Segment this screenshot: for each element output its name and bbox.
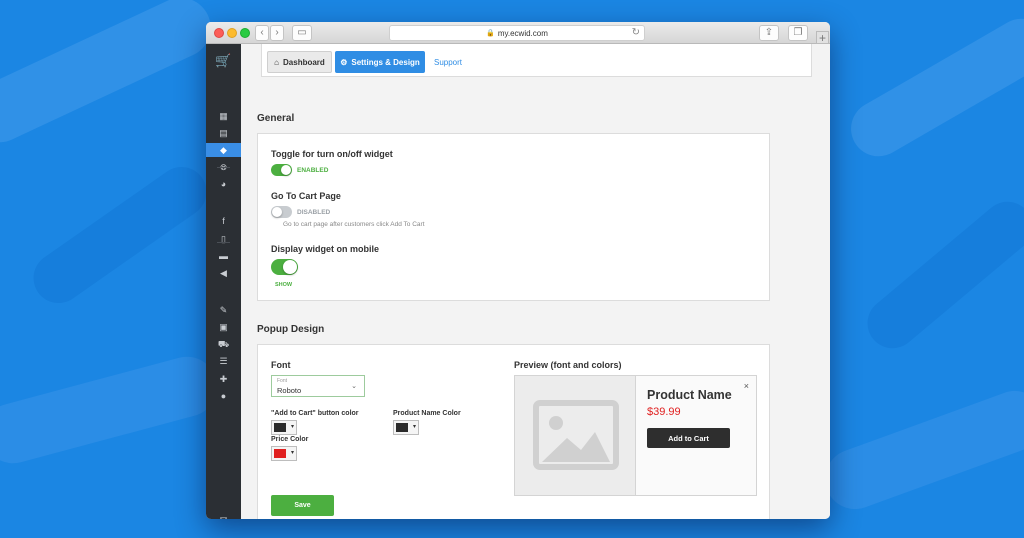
- dropdown-arrow-icon: ▾: [290, 424, 294, 430]
- top-navigation: ⌂ Dashboard ⚙ Settings & Design Support: [261, 44, 812, 77]
- preview-product-name: Product Name: [647, 388, 732, 402]
- font-label: Font: [271, 360, 291, 370]
- bg-stroke: [840, 8, 1024, 167]
- support-link[interactable]: Support: [431, 51, 465, 73]
- mobile-switch[interactable]: [271, 259, 298, 275]
- product-name-color-label: Product Name Color: [393, 410, 461, 417]
- dropdown-arrow-icon: ▾: [290, 450, 294, 456]
- chevron-down-icon: ⌄: [351, 383, 357, 390]
- close-window-button[interactable]: [214, 28, 224, 38]
- toggle-widget-switch[interactable]: [271, 164, 292, 176]
- cart-page-state: DISABLED: [297, 209, 331, 216]
- mobile-state: SHOW: [275, 282, 293, 288]
- plus-icon: +: [818, 30, 826, 45]
- shipping-icon[interactable]: ⛟: [206, 337, 241, 351]
- popup-preview: Product Name $39.99 Add to Cart ×: [514, 375, 757, 496]
- zoom-window-button[interactable]: [240, 28, 250, 38]
- dropdown-arrow-icon: ▾: [412, 424, 416, 430]
- add-to-cart-color-label: "Add to Cart" button color: [271, 410, 359, 417]
- gear-icon: ⚙: [340, 57, 348, 67]
- popup-section-title: Popup Design: [257, 324, 325, 335]
- back-icon: ‹: [260, 27, 264, 38]
- add-to-cart-color-picker[interactable]: ▾: [271, 420, 297, 435]
- bg-stroke: [0, 0, 221, 153]
- main-content: ⌂ Dashboard ⚙ Settings & Design Support …: [241, 44, 830, 519]
- general-section-title: General: [257, 113, 295, 124]
- ecwid-logo-icon[interactable]: 🛒: [215, 52, 232, 69]
- settings-design-button[interactable]: ⚙ Settings & Design: [335, 51, 425, 73]
- tabs-icon: ❐: [793, 27, 803, 38]
- font-select-value: Roboto: [277, 386, 302, 395]
- dashboard-label: Dashboard: [283, 57, 325, 67]
- general-card: Toggle for turn on/off widget ENABLED Go…: [257, 133, 770, 301]
- facebook-icon[interactable]: f: [206, 214, 241, 228]
- browser-window: ‹ › ▭ 🔒 my.ecwid.com ↻ ⇪ ❐ + 🛒 ▦▤◆⊗◕f▯▬◀…: [206, 22, 830, 519]
- popup-design-card: Font Font Roboto ⌄ "Add to Cart" button …: [257, 344, 770, 519]
- back-button[interactable]: ‹: [255, 25, 269, 41]
- sidebar-divider: [217, 242, 230, 243]
- settings-sliders-icon[interactable]: ☰: [206, 354, 241, 368]
- font-select-caption: Font: [277, 378, 288, 384]
- toggle-knob: [281, 165, 291, 175]
- toggle-knob: [283, 260, 297, 274]
- account-icon[interactable]: ●: [206, 389, 241, 403]
- mobile-label: Display widget on mobile: [271, 244, 380, 254]
- close-icon[interactable]: ×: [744, 381, 749, 391]
- color-swatch: [274, 423, 286, 432]
- mobile-icon[interactable]: ▯: [206, 232, 241, 246]
- tag-icon[interactable]: ◆: [206, 143, 241, 157]
- save-button[interactable]: Save: [271, 495, 334, 516]
- announce-icon[interactable]: ◀: [206, 266, 241, 280]
- product-image-placeholder: [515, 376, 636, 495]
- cart-page-hint: Go to cart page after customers click Ad…: [283, 221, 425, 228]
- new-tab-button[interactable]: +: [816, 31, 829, 44]
- cart-page-label: Go To Cart Page: [271, 191, 341, 201]
- bg-stroke: [857, 191, 1024, 359]
- toggle-knob: [272, 207, 282, 217]
- preview-title: Preview (font and colors): [514, 360, 622, 370]
- design-brush-icon[interactable]: ✎: [206, 303, 241, 317]
- url-text: my.ecwid.com: [497, 28, 548, 38]
- tabs-overview-button[interactable]: ❐: [788, 25, 808, 41]
- color-swatch: [274, 449, 286, 458]
- settings-design-label: Settings & Design: [351, 57, 420, 67]
- bg-stroke: [0, 349, 224, 471]
- product-name-color-picker[interactable]: ▾: [393, 420, 419, 435]
- toggle-widget-label: Toggle for turn on/off widget: [271, 149, 393, 159]
- bg-stroke: [816, 382, 1024, 518]
- share-button[interactable]: ⇪: [759, 25, 779, 41]
- toggle-widget-state: ENABLED: [297, 167, 329, 174]
- store-icon[interactable]: ▦: [206, 109, 241, 123]
- dashboard-button[interactable]: ⌂ Dashboard: [267, 51, 332, 73]
- lock-icon: 🔒: [486, 30, 495, 37]
- bg-stroke: [23, 157, 217, 313]
- address-bar[interactable]: 🔒 my.ecwid.com ↻: [389, 25, 645, 41]
- sidebar-toggle-icon: ▭: [297, 27, 307, 38]
- minimize-window-button[interactable]: [227, 28, 237, 38]
- preview-add-to-cart-button: Add to Cart: [647, 428, 730, 448]
- share-icon: ⇪: [764, 27, 774, 38]
- sidebar-divider: [217, 167, 230, 168]
- browser-titlebar: ‹ › ▭ 🔒 my.ecwid.com ↻ ⇪ ❐ +: [206, 22, 830, 44]
- catalog-icon[interactable]: ▤: [206, 126, 241, 140]
- cart-page-switch[interactable]: [271, 206, 292, 218]
- apps-puzzle-icon[interactable]: ✚: [206, 372, 241, 386]
- mail-icon[interactable]: ✉: [206, 513, 241, 519]
- price-color-picker[interactable]: ▾: [271, 446, 297, 461]
- home-icon: ⌂: [274, 57, 280, 67]
- pos-icon[interactable]: ▬: [206, 249, 241, 263]
- reload-icon[interactable]: ↻: [632, 27, 640, 38]
- color-swatch: [396, 423, 408, 432]
- sidebar-toggle-button[interactable]: ▭: [292, 25, 312, 41]
- preview-price: $39.99: [647, 406, 681, 418]
- reports-icon[interactable]: ◕: [206, 177, 241, 191]
- image-placeholder-icon: [533, 400, 619, 470]
- price-color-label: Price Color: [271, 436, 309, 443]
- payment-icon[interactable]: ▣: [206, 320, 241, 334]
- forward-icon: ›: [275, 27, 279, 38]
- forward-button[interactable]: ›: [270, 25, 284, 41]
- app-sidebar: 🛒 ▦▤◆⊗◕f▯▬◀✎▣⛟☰✚● ✉: [206, 44, 241, 519]
- font-select[interactable]: Font Roboto ⌄: [271, 375, 365, 397]
